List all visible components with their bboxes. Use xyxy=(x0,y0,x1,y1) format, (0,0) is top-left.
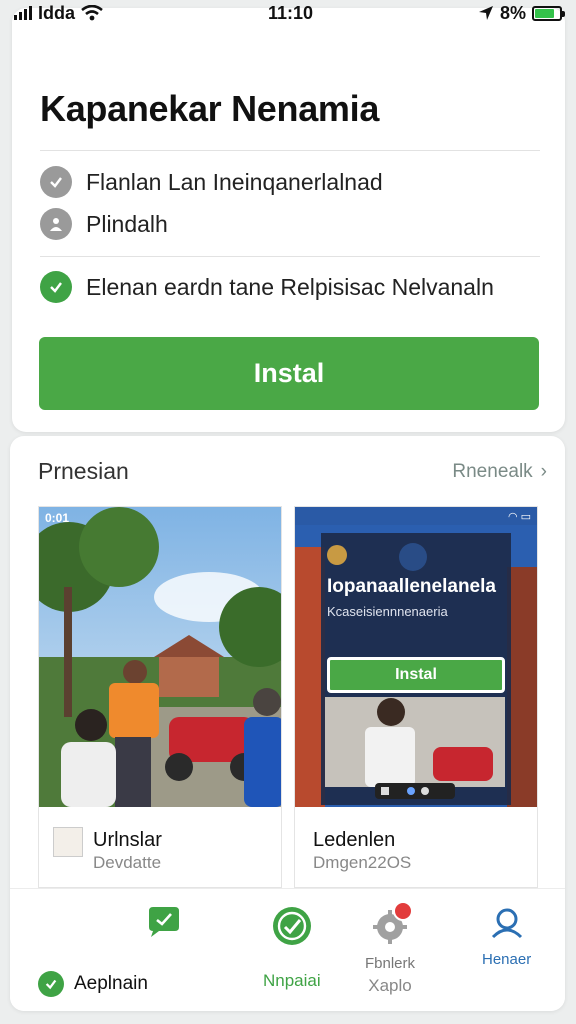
nav-item-chat[interactable] xyxy=(145,905,183,939)
info-row-note: Elenan eardn tane Relpisisac Nelvanaln xyxy=(40,271,494,303)
location-arrow-icon xyxy=(478,6,493,20)
video-duration: 0:01 xyxy=(45,511,70,525)
nav-item-nnpaiai[interactable]: Nnpaiai xyxy=(263,905,321,991)
previews-card: Prnesian Rnenealk › 0:01 Urlnslar Devdat… xyxy=(10,436,565,1011)
info-row-text: Flanlan Lan Ineinqanerlalnad xyxy=(86,168,383,195)
nav-label: Fbnlerk xyxy=(365,955,416,972)
tile-subtitle: Dmgen22OS xyxy=(313,853,412,872)
info-row-publisher: Flanlan Lan Ineinqanerlalnad xyxy=(40,166,383,198)
chat-icon xyxy=(149,907,179,937)
nav-item-aeplnain[interactable]: Aeplnain xyxy=(38,971,148,997)
tile-title: Urlnslar xyxy=(93,829,162,851)
person-icon xyxy=(40,208,72,240)
check-icon xyxy=(272,907,311,945)
bottom-nav: Aeplnain Nnpaiai Fbnlerk Xaplo Henaer xyxy=(10,888,565,1011)
profile-icon xyxy=(491,908,522,939)
see-all-link[interactable]: Rnenealk › xyxy=(452,461,547,483)
preview-tile[interactable]: ◠ ▭ Iopanaallenelanela Kcaseisiennnenaer… xyxy=(294,506,538,888)
tile-overlay: Iopanaallenelanela Kcaseisiennnenaeria xyxy=(327,576,511,619)
overlay-title: Iopanaallenelanela xyxy=(327,576,496,597)
status-time: 11:10 xyxy=(267,2,314,23)
preview-tile[interactable]: 0:01 Urlnslar Devdatte xyxy=(38,506,282,888)
overlay-install-button[interactable]: Instal xyxy=(327,657,505,693)
info-row-author: Plindalh xyxy=(40,208,168,240)
check-circle-icon xyxy=(40,271,72,303)
nav-item-fbnlerk[interactable]: Fbnlerk Xaplo xyxy=(365,901,416,996)
carrier-label: Idda xyxy=(38,2,76,23)
divider xyxy=(40,256,540,257)
overlay-subtitle: Kcaseisiennnenaeria xyxy=(327,603,448,619)
previews-title: Prnesian xyxy=(38,458,129,484)
app-info-card: Kapanekar Nenamia Flanlan Lan Ineinqaner… xyxy=(12,8,565,432)
divider xyxy=(40,150,540,151)
note-text: Elenan eardn tane Relpisisac Nelvanaln xyxy=(86,273,494,300)
nav-secondary-label: Xaplo xyxy=(368,976,412,995)
wifi-icon xyxy=(81,5,103,21)
nav-label: Henaer xyxy=(482,951,532,968)
notification-badge xyxy=(393,901,413,921)
battery-icon xyxy=(531,5,565,21)
chevron-right-icon: › xyxy=(540,461,547,482)
app-title: Kapanekar Nenamia xyxy=(40,88,380,129)
status-bar: Idda 11:10 8% xyxy=(0,0,576,26)
check-circle-icon xyxy=(38,971,64,997)
preview-photo: ◠ ▭ Iopanaallenelanela Kcaseisiennnenaer… xyxy=(295,507,537,807)
tile-title: Ledenlen xyxy=(313,829,396,851)
info-row-text: Plindalh xyxy=(86,210,168,237)
battery-percent: 8% xyxy=(499,2,526,23)
preview-photo: 0:01 xyxy=(39,507,281,807)
battery-level xyxy=(534,8,555,18)
nav-item-henaer[interactable]: Henaer xyxy=(482,905,531,968)
check-circle-icon xyxy=(40,166,72,198)
install-button[interactable]: Instal xyxy=(39,337,539,410)
signal-icon xyxy=(14,6,32,20)
wifi-icon: ◠ ▭ xyxy=(507,511,531,523)
avatar xyxy=(53,827,83,857)
nav-label: Nnpaiai xyxy=(263,971,321,990)
tile-subtitle: Devdatte xyxy=(93,853,162,872)
nav-label: Aeplnain xyxy=(74,973,148,994)
see-all-label: Rnenealk xyxy=(452,461,533,482)
